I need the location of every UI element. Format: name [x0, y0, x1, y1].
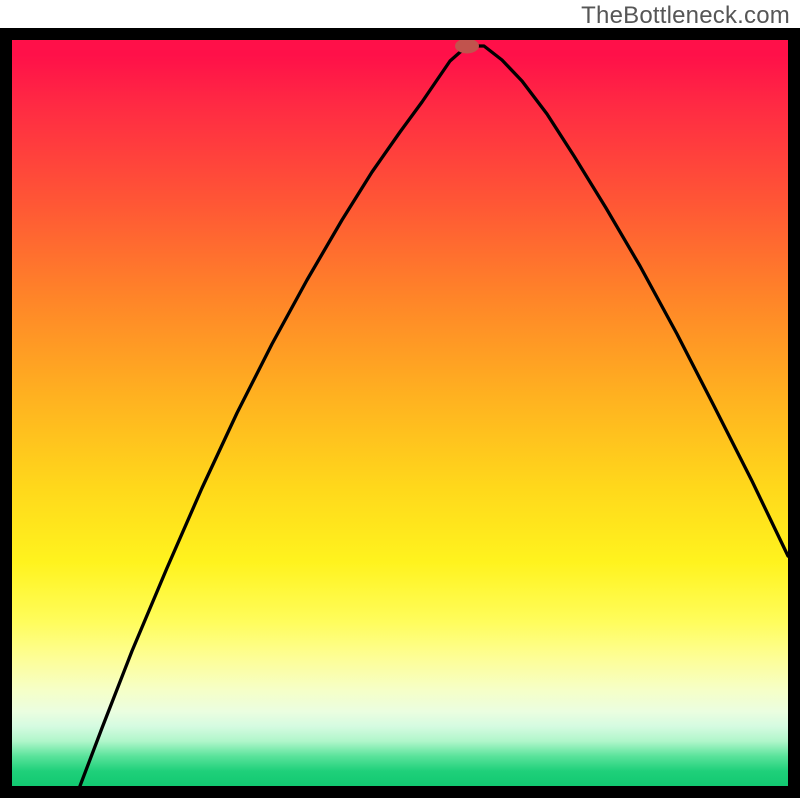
watermark: TheBottleneck.com: [581, 2, 790, 30]
chart-svg: [12, 40, 788, 786]
plot-area: [0, 28, 800, 798]
curve-line: [80, 46, 788, 786]
